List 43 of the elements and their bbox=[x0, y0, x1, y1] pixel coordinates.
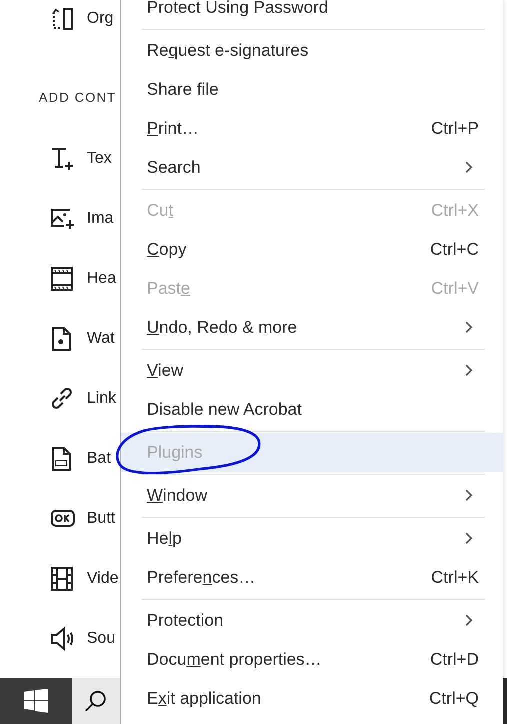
film-grid-icon bbox=[50, 566, 76, 592]
menu-item[interactable]: Copy Ctrl+C bbox=[121, 230, 503, 269]
organize-pages-icon bbox=[50, 6, 76, 32]
speaker-icon bbox=[50, 626, 76, 652]
menu-item[interactable]: Print… Ctrl+P bbox=[121, 109, 503, 148]
menu-item[interactable]: Protection bbox=[121, 601, 503, 640]
menu-item[interactable]: Share file bbox=[121, 70, 503, 109]
tool-label: Ima bbox=[87, 210, 114, 228]
section-header: ADD CONT bbox=[39, 89, 116, 107]
film-strip-icon bbox=[50, 266, 76, 292]
windows-logo-icon bbox=[24, 689, 48, 713]
menu-item[interactable]: Protect Using Password bbox=[121, 0, 503, 27]
text-plus-icon bbox=[50, 146, 76, 172]
tool-label: Vide bbox=[87, 570, 119, 588]
menu-item[interactable]: Request e-signatures bbox=[121, 31, 503, 70]
menu-item[interactable]: Help bbox=[121, 519, 503, 558]
search-button[interactable] bbox=[72, 678, 120, 724]
shortcut-label: Ctrl+K bbox=[431, 568, 479, 588]
tool-label: Bat bbox=[87, 450, 112, 468]
menu-item[interactable]: Disable new Acrobat bbox=[121, 390, 503, 429]
menu-item[interactable]: Document properties… Ctrl+D bbox=[121, 640, 503, 679]
shortcut-label: Ctrl+D bbox=[430, 650, 479, 670]
shortcut-label: Ctrl+C bbox=[430, 240, 479, 260]
menu-item[interactable]: Preferences… Ctrl+K bbox=[121, 558, 503, 597]
shortcut-label: Ctrl+X bbox=[431, 200, 479, 220]
shortcut-label: Ctrl+V bbox=[431, 278, 479, 298]
menu-item[interactable]: View bbox=[121, 351, 503, 390]
tool-label: Org bbox=[87, 10, 114, 28]
menu-item[interactable]: Exit application Ctrl+Q bbox=[121, 679, 503, 718]
image-plus-icon bbox=[50, 206, 76, 232]
menu-item[interactable]: Window bbox=[121, 476, 503, 515]
search-icon bbox=[84, 689, 108, 713]
tool-label: Butt bbox=[87, 510, 116, 528]
tool-label: Wat bbox=[87, 330, 115, 348]
tool-label: Tex bbox=[87, 150, 112, 168]
tool-label: Sou bbox=[87, 630, 116, 648]
start-button[interactable] bbox=[0, 678, 72, 724]
shortcut-label: Ctrl+P bbox=[431, 118, 479, 138]
tool-label: Link bbox=[87, 390, 116, 408]
shortcut-label: Ctrl+Q bbox=[429, 688, 479, 708]
menu-item[interactable]: Undo, Redo & more bbox=[121, 308, 503, 347]
menu-item[interactable]: Search bbox=[121, 148, 503, 187]
tool-label: Hea bbox=[87, 270, 116, 288]
